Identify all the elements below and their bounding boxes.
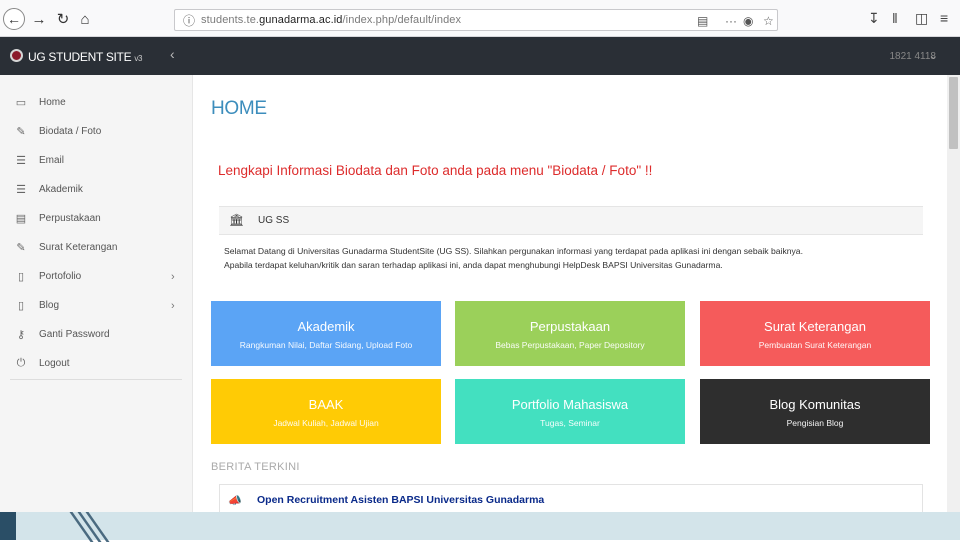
news-link[interactable]: Open Recruitment Asisten BAPSI Universit… <box>257 494 544 506</box>
file-icon: ▯ <box>17 271 25 283</box>
sidebar-item-ganti-password[interactable]: ⚷ Ganti Password <box>0 320 193 349</box>
sidebar-item-label: Portofolio <box>39 271 82 282</box>
slide-footer-accent <box>0 512 16 540</box>
slide-footer-band <box>0 512 960 540</box>
tile-title: Akademik <box>297 319 355 334</box>
bookmark-star-icon[interactable]: ☆ <box>763 14 774 28</box>
tile-subtitle: Pengisian Blog <box>786 418 844 428</box>
announcement-line: Selamat Datang di Universitas Gunadarma … <box>224 246 803 256</box>
sidebar-item-label: Perpustakaan <box>39 213 101 224</box>
sidebar-item-akademik[interactable]: ☰ Akademik <box>0 175 193 204</box>
sidebar-item-label: Logout <box>39 358 70 369</box>
chevron-right-icon: › <box>171 299 175 312</box>
top-navbar: 1821 4118 ⌄ <box>193 37 960 75</box>
brand-title[interactable]: UG STUDENT SITE v3 <box>28 50 142 64</box>
tile-subtitle: Rangkuman Nilai, Daftar Sidang, Upload F… <box>239 340 413 350</box>
reader-view-icon[interactable]: ▤ <box>697 14 708 28</box>
tile-title: Surat Keterangan <box>764 319 866 334</box>
pocket-icon[interactable]: ◉ <box>743 14 753 28</box>
sidebar-item-label: Akademik <box>39 184 83 195</box>
list-icon: ☰ <box>16 184 26 196</box>
file-icon: ▯ <box>17 300 25 312</box>
tile-title: Blog Komunitas <box>769 397 861 412</box>
edit-icon: ✎ <box>16 126 26 138</box>
power-icon: ⏻ <box>16 357 26 369</box>
tile-title: Perpustakaan <box>529 319 611 334</box>
edit-icon: ✎ <box>16 242 26 254</box>
tile-subtitle: Tugas, Seminar <box>540 418 600 428</box>
sidebar-header: UG STUDENT SITE v3 ‹ <box>0 37 193 75</box>
sidebar-item-label: Blog <box>39 300 60 311</box>
tile-baak[interactable]: BAAK Jadwal Kuliah, Jadwal Ujian <box>211 379 441 444</box>
info-icon[interactable]: ⓘ <box>183 12 201 29</box>
sidebar-item-home[interactable]: ▭ Home <box>0 88 193 117</box>
sidebar-item-surat-keterangan[interactable]: ✎ Surat Keterangan <box>0 233 193 262</box>
sidebar-item-label: Email <box>39 155 65 166</box>
sidebar-item-label: Home <box>39 97 66 108</box>
desktop-icon: ▭ <box>15 97 27 109</box>
sidebar-item-biodata-foto[interactable]: ✎ Biodata / Foto <box>0 117 193 146</box>
sidebar-divider <box>10 379 182 380</box>
scrollbar-thumb[interactable] <box>949 77 958 149</box>
list-icon: ☰ <box>16 155 26 167</box>
tile-subtitle: Bebas Perpustakaan, Paper Depository <box>495 340 645 350</box>
url-bar[interactable]: ⓘ students.te.gunadarma.ac.id/index.php/… <box>174 9 778 31</box>
home-icon[interactable]: ⌂ <box>74 8 96 30</box>
sidebar-item-label: Biodata / Foto <box>39 126 102 137</box>
news-list: 📣 Open Recruitment Asisten BAPSI Univers… <box>219 484 923 514</box>
library-icon[interactable]: ‖ <box>892 10 898 26</box>
page-actions-icon[interactable]: ··· <box>725 14 737 28</box>
main-content: HOME Lengkapi Informasi Biodata dan Foto… <box>193 75 947 514</box>
tile-surat-keterangan[interactable]: Surat Keterangan Pembuatan Surat Keterang… <box>700 301 930 366</box>
sidebar-item-portofolio[interactable]: ▯ Portofolio › <box>0 262 193 291</box>
sidebar-item-blog[interactable]: ▯ Blog › <box>0 291 193 320</box>
chevron-left-icon[interactable]: ‹ <box>170 46 175 62</box>
reload-icon[interactable]: ↻ <box>52 8 74 30</box>
megaphone-icon: 📣 <box>228 495 242 507</box>
institution-icon: 🏛 <box>229 213 245 227</box>
sidebar-item-perpustakaan[interactable]: ▤ Perpustakaan <box>0 204 193 233</box>
chevron-down-icon[interactable]: ⌄ <box>929 49 938 62</box>
tile-portfolio-mahasiswa[interactable]: Portfolio Mahasiswa Tugas, Seminar <box>455 379 685 444</box>
sidebar-item-label: Ganti Password <box>39 329 110 340</box>
news-heading: BERITA TERKINI <box>211 461 300 473</box>
announcement-header: 🏛 UG SS <box>219 206 923 235</box>
url-text: students.te.gunadarma.ac.id/index.php/de… <box>201 14 462 26</box>
announcement-body: Selamat Datang di Universitas Gunadarma … <box>224 244 919 272</box>
sidebar-item-logout[interactable]: ⏻ Logout <box>0 349 193 378</box>
key-icon: ⚷ <box>16 329 26 341</box>
tile-akademik[interactable]: Akademik Rangkuman Nilai, Daftar Sidang, … <box>211 301 441 366</box>
biodata-alert: Lengkapi Informasi Biodata dan Foto anda… <box>218 163 653 178</box>
tile-subtitle: Pembuatan Surat Keterangan <box>758 340 872 350</box>
announcement-panel: 🏛 UG SS Selamat Datang di Universitas Gu… <box>219 206 923 286</box>
announcement-title: UG SS <box>258 215 290 226</box>
tile-subtitle: Jadwal Kuliah, Jadwal Ujian <box>273 418 379 428</box>
download-icon[interactable]: ↧ <box>868 10 880 27</box>
chevron-right-icon: › <box>171 270 175 283</box>
forward-arrow-icon[interactable]: → <box>28 8 50 30</box>
tile-title: BAAK <box>308 397 344 412</box>
sidebar-item-email[interactable]: ☰ Email <box>0 146 193 175</box>
announcement-line: Apabila terdapat keluhan/kritik dan sara… <box>224 260 723 270</box>
book-icon: ▤ <box>15 213 27 225</box>
back-arrow-icon[interactable]: ← <box>3 8 25 30</box>
page-scrollbar[interactable] <box>947 75 960 512</box>
sidebar: UG STUDENT SITE v3 ‹ ▭ Home ✎ Biodata / Fot… <box>0 37 193 512</box>
page-title: HOME <box>211 98 267 119</box>
sidebar-toggle-icon[interactable]: ◫ <box>915 10 928 27</box>
tile-perpustakaan[interactable]: Perpustakaan Bebas Perpustakaan, Paper De… <box>455 301 685 366</box>
tile-title: Portfolio Mahasiswa <box>511 397 629 412</box>
tile-blog-komunitas[interactable]: Blog Komunitas Pengisian Blog <box>700 379 930 444</box>
sidebar-item-label: Surat Keterangan <box>39 242 118 253</box>
university-logo <box>10 49 23 62</box>
hamburger-menu-icon[interactable]: ≡ <box>940 10 948 26</box>
browser-toolbar: ← → ↻ ⌂ ⓘ students.te.gunadarma.ac.id/in… <box>0 0 960 37</box>
